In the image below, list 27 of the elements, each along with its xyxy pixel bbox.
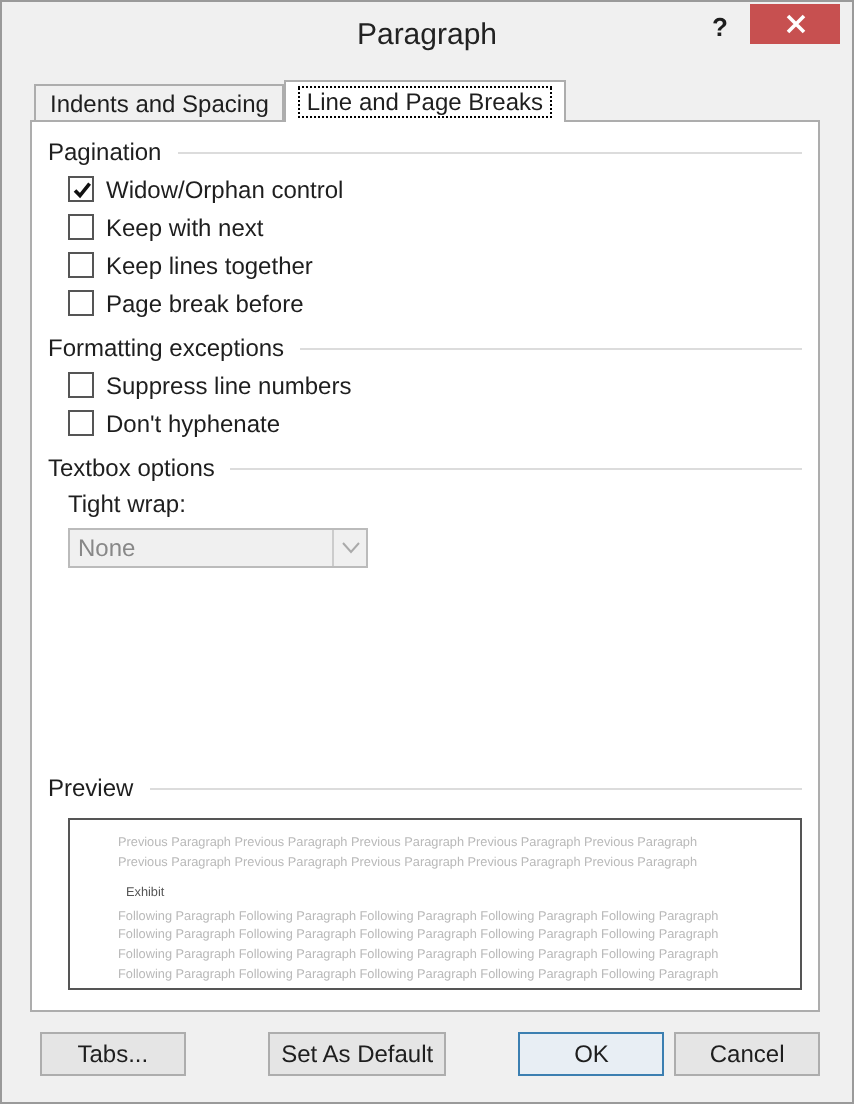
checkbox-label: Keep with next [106, 213, 264, 241]
dialog-button[interactable]: OK [518, 1032, 665, 1076]
tab[interactable]: Line and Page Breaks [284, 80, 566, 122]
dialog-button[interactable]: Set As Default [267, 1032, 447, 1076]
checkbox[interactable] [68, 252, 94, 278]
field-label: Tight wrap: [68, 490, 188, 522]
checkbox[interactable] [68, 410, 94, 436]
group-heading: Formatting exceptions [48, 334, 285, 362]
checkbox-label: Widow/Orphan control [106, 175, 344, 203]
group-heading: Pagination [48, 138, 162, 166]
group-heading: Textbox options [48, 454, 215, 482]
checkbox-label: Keep lines together [106, 251, 313, 279]
tab[interactable]: Indents and Spacing [34, 84, 285, 120]
checkbox[interactable] [68, 290, 94, 316]
help-button[interactable]: ? [712, 12, 728, 42]
caret-icon [341, 542, 359, 554]
checkbox[interactable] [68, 214, 94, 240]
group-heading: Preview [48, 774, 134, 802]
close-icon[interactable] [750, 4, 840, 44]
dialog-button[interactable]: Tabs... [40, 1032, 186, 1076]
checkbox[interactable] [68, 176, 94, 202]
checkbox[interactable] [68, 372, 94, 398]
checkbox-label: Don't hyphenate [106, 409, 281, 437]
window-title: Paragraph [356, 17, 498, 51]
checkbox-label: Suppress line numbers [106, 371, 352, 399]
checkbox-label: Page break before [106, 289, 304, 317]
dialog-button[interactable]: Cancel [674, 1032, 820, 1076]
